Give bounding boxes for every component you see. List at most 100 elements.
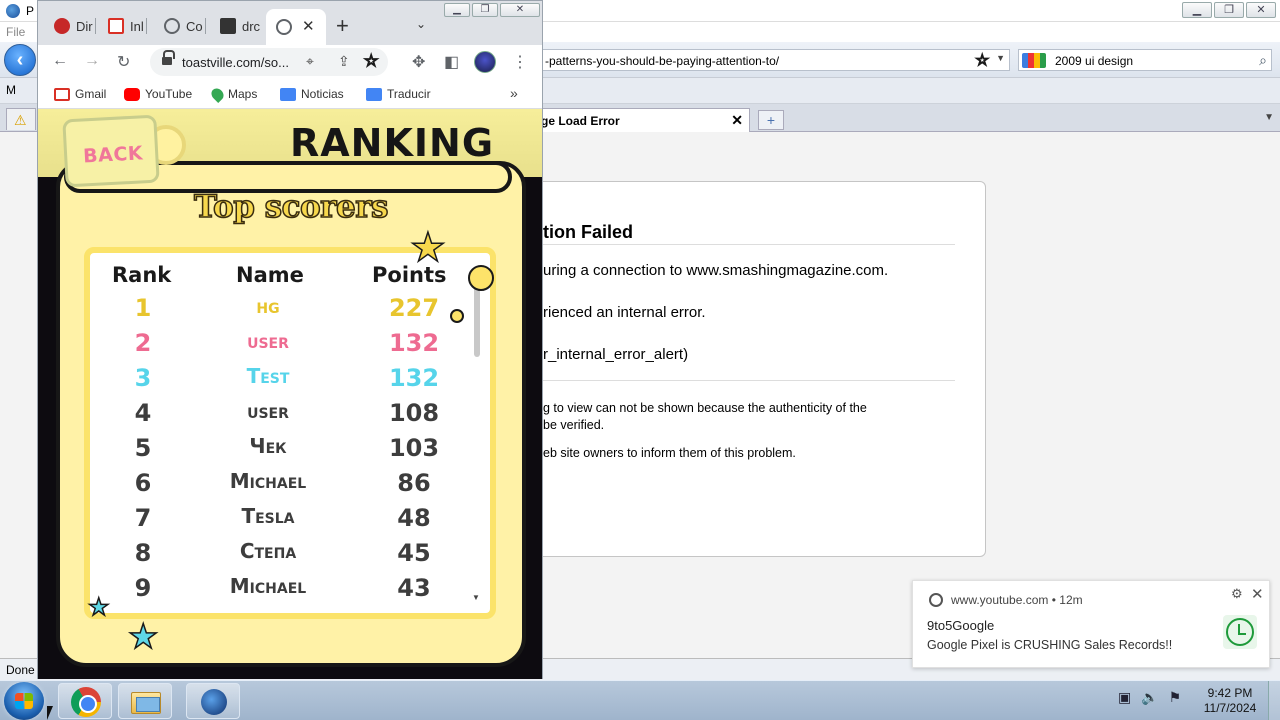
chrome-tab-label: Inl (130, 18, 144, 34)
volume-muted-icon[interactable]: 🔈 (1141, 689, 1158, 706)
scroll-down-arrow-icon[interactable]: ▼ (472, 593, 480, 602)
tab-separator (204, 18, 206, 34)
firefox-new-tab-button[interactable]: + (758, 110, 784, 130)
close-window-button[interactable]: ✕ (1246, 2, 1276, 18)
error-line: uring a connection to www.smashingmagazi… (543, 262, 889, 279)
lock-icon[interactable] (162, 50, 175, 66)
chrome-window: Dir Inl Co drc ✕ + ⌄ ▁ ❐ ✕ ← → ↻ toastvi… (37, 0, 543, 679)
extensions-puzzle-icon[interactable]: ✥ (412, 52, 425, 72)
bookmark-maps[interactable]: Maps (209, 85, 257, 103)
chrome-tab[interactable]: Co (164, 11, 206, 41)
firefox-tab-warning[interactable]: ⚠ (6, 108, 36, 130)
leaderboard-row: 4 user 108 (90, 396, 484, 430)
leaderboard-scrollbar[interactable] (470, 285, 484, 605)
close-tab-icon[interactable]: ✕ (302, 17, 315, 35)
row-rank: 5 (134, 434, 152, 462)
game-canvas[interactable]: BACK RANKING Top scorers Rank Name Point… (38, 109, 542, 679)
firefox-window-buttons: ▁ ❐ ✕ (1182, 2, 1276, 18)
chrome-tab[interactable]: drc (220, 11, 260, 41)
close-icon[interactable]: ✕ (1251, 585, 1264, 603)
network-icon[interactable]: ▣ (1118, 689, 1131, 706)
firefox-address-bar[interactable]: -patterns-you-should-be-paying-attention… (540, 49, 1010, 71)
back-arrow-icon[interactable]: ← (52, 52, 68, 70)
taskbar-explorer[interactable] (118, 683, 172, 719)
bookmarks-overflow-icon[interactable]: » (510, 85, 518, 101)
divider (541, 380, 955, 381)
new-tab-button[interactable]: + (336, 13, 349, 39)
firefox-tab-active[interactable]: ge Load Error ✕ (530, 108, 750, 132)
top-scorers-heading: Top scorers (193, 188, 389, 226)
bookmark-youtube[interactable]: YouTube (124, 87, 192, 101)
maps-pin-icon (209, 85, 226, 103)
globe-icon (276, 19, 292, 35)
firefox-back-button[interactable]: ‹ (4, 44, 36, 76)
warning-icon: ⚠ (14, 112, 27, 128)
forward-arrow-icon[interactable]: → (84, 52, 100, 70)
share-icon[interactable]: ⇪ (338, 53, 350, 70)
row-points: 103 (388, 434, 440, 462)
row-name: user (247, 329, 289, 353)
gear-icon[interactable]: ⚙ (1231, 586, 1243, 602)
tab-list-arrow-icon[interactable]: ▼ (1264, 112, 1274, 123)
row-name: Test (246, 364, 290, 388)
row-points: 227 (388, 294, 440, 322)
notification-toast[interactable]: www.youtube.com • 12m ⚙ ✕ 9to5Google Goo… (912, 580, 1270, 668)
location-pin-icon[interactable]: ⌖ (306, 53, 314, 70)
chrome-address-bar[interactable]: toastville.com/so... ⌖ ⇪ ☆ (150, 48, 388, 76)
reload-icon[interactable]: ↻ (117, 52, 130, 72)
maximize-button[interactable]: ❐ (1214, 2, 1244, 18)
star-icon: ★ (409, 225, 446, 271)
windows-logo-icon (15, 693, 33, 709)
taskbar-firefox[interactable] (186, 683, 240, 719)
maximize-button[interactable]: ❐ (472, 3, 498, 17)
chrome-url-text: toastville.com/so... (182, 55, 289, 70)
leaderboard-row: 5 Чек 103 (90, 431, 484, 465)
leaderboard[interactable]: Rank Name Points 1 hg 227 2 user 132 3 T… (84, 247, 496, 619)
close-window-button[interactable]: ✕ (500, 3, 540, 17)
search-icon[interactable]: ⌕ (1259, 52, 1267, 69)
header-rank: Rank (112, 263, 172, 287)
menu-file[interactable]: File (6, 25, 25, 39)
divider (541, 244, 955, 245)
chrome-tab[interactable]: Dir (54, 11, 96, 41)
tab-search-chevron-icon[interactable]: ⌄ (416, 17, 426, 31)
close-tab-icon[interactable]: ✕ (731, 112, 743, 129)
bookmark-news[interactable]: Noticias (280, 87, 344, 101)
firefox-bookmark-item[interactable]: M (6, 83, 16, 97)
star-icon: ★ (127, 617, 159, 657)
dropdown-arrow-icon[interactable]: ▼ (996, 53, 1005, 63)
minimize-button[interactable]: ▁ (444, 3, 470, 17)
show-desktop-button[interactable] (1268, 681, 1280, 720)
chrome-logo-icon (71, 687, 101, 717)
clock[interactable]: 9:42 PM 11/7/2024 (1200, 686, 1260, 716)
profile-avatar[interactable] (474, 51, 496, 73)
side-panel-icon[interactable]: ◧ (444, 52, 459, 72)
bookmark-star-icon[interactable]: ☆ (363, 51, 379, 71)
error-line: r_internal_error_alert) (543, 346, 689, 363)
leaderboard-row: 9 Michael 43 (90, 571, 484, 605)
chrome-tab[interactable]: Inl (108, 11, 147, 41)
start-button[interactable] (4, 682, 44, 720)
gmail-icon (54, 87, 70, 101)
row-name: Степа (239, 539, 297, 563)
back-button[interactable]: BACK (62, 114, 160, 188)
flag-icon[interactable]: ⚑ (1169, 689, 1182, 706)
bookmark-gmail[interactable]: Gmail (54, 87, 106, 101)
status-text: Done (6, 663, 35, 677)
minimize-button[interactable]: ▁ (1182, 2, 1212, 18)
row-points: 132 (388, 329, 440, 357)
taskbar-chrome[interactable] (58, 683, 112, 719)
bookmark-translate[interactable]: Traducir (366, 87, 431, 101)
firefox-search-box[interactable]: 2009 ui design ⌕ (1018, 49, 1272, 71)
error-page: tion Failed uring a connection to www.sm… (480, 181, 986, 557)
chrome-tab-label: Dir (76, 18, 93, 34)
kebab-menu-icon[interactable]: ⋮ (512, 52, 528, 72)
google-search-engine-icon[interactable] (1022, 53, 1046, 68)
star-icon[interactable]: ☆ (975, 51, 990, 70)
firefox-app-icon (6, 4, 20, 18)
scrollbar-thumb[interactable] (474, 285, 480, 357)
firefox-search-text: 2009 ui design (1055, 54, 1134, 68)
chrome-tab-active[interactable]: ✕ (266, 9, 326, 45)
orb-decoration (468, 265, 494, 291)
error-detail: eb site owners to inform them of this pr… (543, 446, 796, 460)
